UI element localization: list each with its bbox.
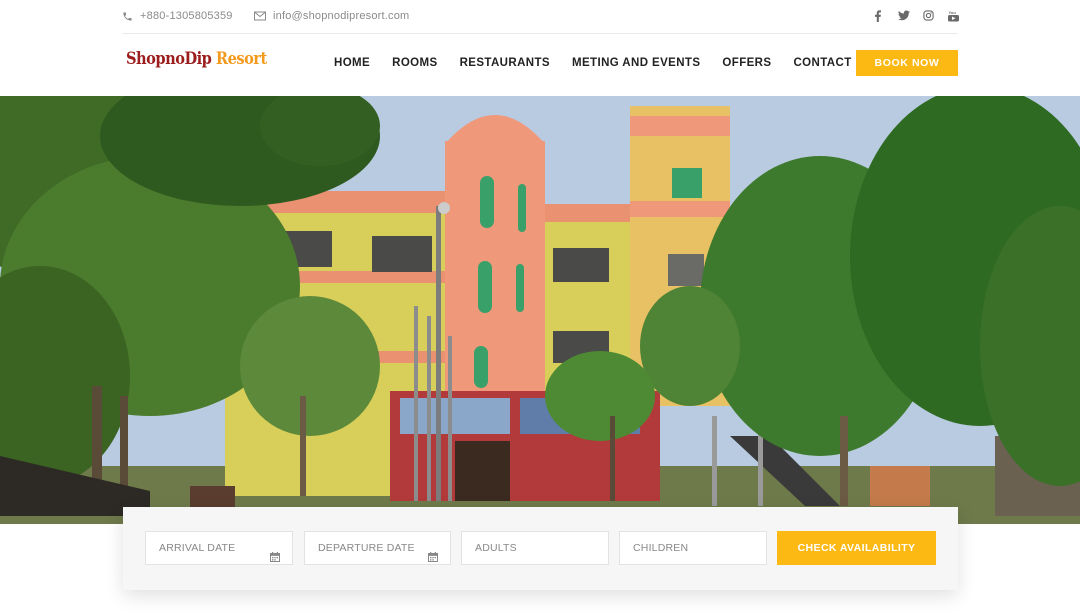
resort-building-illustration	[0, 96, 1080, 524]
logo-text-part1: ShopnoDip	[126, 49, 212, 69]
children-field[interactable]: CHILDREN	[619, 531, 767, 565]
twitter-icon[interactable]	[898, 10, 910, 22]
nav-item-rooms[interactable]: ROOMS	[392, 57, 437, 69]
phone-icon	[122, 11, 133, 22]
adults-field[interactable]: ADULTS	[461, 531, 609, 565]
top-contact-bar-inner: +880-1305805359 info@shopnodipresort.com…	[122, 0, 959, 34]
arrival-date-placeholder: ARRIVAL DATE	[159, 542, 236, 554]
departure-date-placeholder: DEPARTURE DATE	[318, 542, 415, 554]
svg-text:You: You	[949, 10, 957, 15]
email-address: info@shopnodipresort.com	[273, 10, 410, 22]
arrival-date-field[interactable]: ARRIVAL DATE	[145, 531, 293, 565]
calendar-icon[interactable]	[428, 543, 438, 575]
top-contact-bar: +880-1305805359 info@shopnodipresort.com…	[0, 0, 1080, 34]
booking-form: ARRIVAL DATE DEPARTURE DATE ADULTS CHILD…	[123, 507, 958, 590]
facebook-icon[interactable]	[873, 10, 883, 22]
hero-image	[0, 96, 1080, 524]
check-availability-button[interactable]: CHECK AVAILABILITY	[777, 531, 936, 565]
main-navbar: ShopnoDip Resort HOME ROOMS RESTAURANTS …	[0, 34, 1080, 96]
book-now-button[interactable]: BOOK NOW	[856, 50, 958, 76]
instagram-icon[interactable]	[923, 10, 934, 22]
calendar-icon[interactable]	[270, 543, 280, 575]
nav-item-home[interactable]: HOME	[334, 57, 370, 69]
youtube-icon[interactable]: You	[948, 10, 959, 22]
email-contact[interactable]: info@shopnodipresort.com	[254, 10, 409, 22]
phone-contact[interactable]: +880-1305805359	[122, 10, 233, 22]
nav-item-offers[interactable]: OFFERS	[722, 57, 771, 69]
nav-menu: HOME ROOMS RESTAURANTS METING AND EVENTS…	[334, 57, 874, 69]
nav-item-meting-and-events[interactable]: METING AND EVENTS	[572, 57, 700, 69]
nav-item-restaurants[interactable]: RESTAURANTS	[460, 57, 550, 69]
adults-placeholder: ADULTS	[475, 542, 517, 554]
departure-date-field[interactable]: DEPARTURE DATE	[304, 531, 451, 565]
logo-text-part2: Resort	[215, 49, 267, 69]
nav-item-contact[interactable]: CONTACT	[793, 57, 851, 69]
children-placeholder: CHILDREN	[633, 542, 689, 554]
social-links: You	[873, 10, 959, 22]
envelope-icon	[254, 11, 266, 21]
phone-number: +880-1305805359	[140, 10, 233, 22]
site-logo[interactable]: ShopnoDip Resort	[126, 49, 267, 69]
